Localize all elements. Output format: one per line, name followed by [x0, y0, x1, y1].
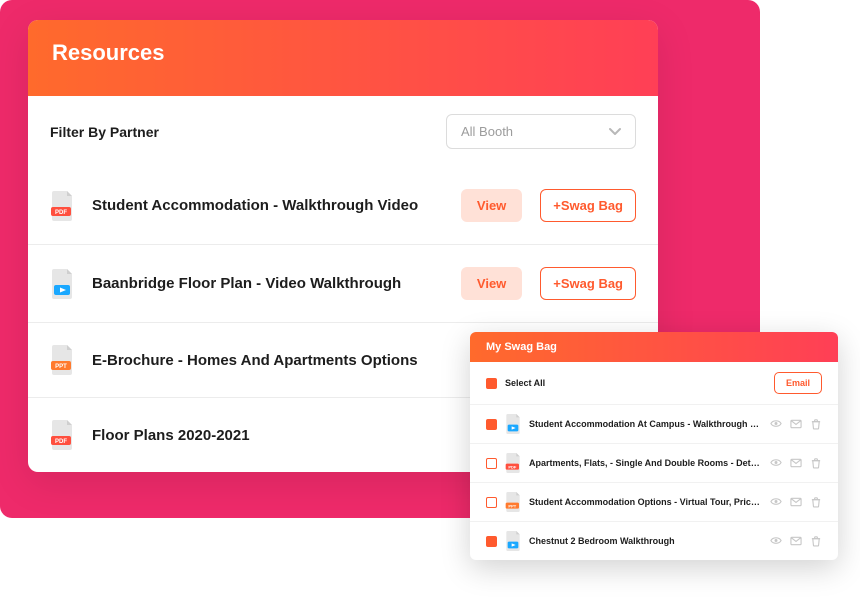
swag-item-actions — [770, 535, 822, 547]
view-button[interactable]: View — [461, 267, 522, 300]
email-icon[interactable] — [790, 535, 802, 547]
swag-item-checkbox[interactable] — [486, 458, 497, 469]
view-button[interactable]: View — [461, 189, 522, 222]
swag-toolbar: Select All Email — [470, 362, 838, 404]
email-icon[interactable] — [790, 418, 802, 430]
email-icon[interactable] — [790, 496, 802, 508]
ppt-file-icon — [505, 492, 521, 512]
swag-item-actions — [770, 496, 822, 508]
swag-item-checkbox[interactable] — [486, 536, 497, 547]
video-file-icon — [505, 531, 521, 551]
select-all-label: Select All — [505, 378, 545, 388]
pdf-file-icon — [505, 453, 521, 473]
resource-title: Student Accommodation - Walkthrough Vide… — [92, 197, 443, 214]
video-file-icon — [505, 414, 521, 434]
swag-item-checkbox[interactable] — [486, 497, 497, 508]
partner-select-value: All Booth — [461, 124, 513, 139]
add-swag-bag-button[interactable]: +Swag Bag — [540, 267, 636, 300]
chevron-down-icon — [609, 126, 621, 138]
view-icon[interactable] — [770, 418, 782, 430]
swag-item-actions — [770, 418, 822, 430]
swag-item-title: Chestnut 2 Bedroom Walkthrough — [529, 536, 762, 546]
filter-row: Filter By Partner All Booth — [28, 96, 658, 167]
resources-title: Resources — [28, 20, 658, 96]
email-icon[interactable] — [790, 457, 802, 469]
view-icon[interactable] — [770, 496, 782, 508]
swag-item: Chestnut 2 Bedroom Walkthrough — [470, 521, 838, 560]
delete-icon[interactable] — [810, 535, 822, 547]
swag-list: Student Accommodation At Campus - Walkth… — [470, 404, 838, 560]
filter-label: Filter By Partner — [50, 124, 159, 140]
resource-item: Baanbridge Floor Plan - Video Walkthroug… — [28, 245, 658, 323]
swag-item-checkbox[interactable] — [486, 419, 497, 430]
select-all-wrap: Select All — [486, 378, 545, 389]
pdf-file-icon — [50, 420, 74, 450]
swag-item: Apartments, Flats, - Single And Double R… — [470, 443, 838, 482]
view-icon[interactable] — [770, 457, 782, 469]
swag-item-title: Student Accommodation At Campus - Walkth… — [529, 419, 762, 429]
swag-bag-panel: My Swag Bag Select All Email Student Acc… — [470, 332, 838, 560]
email-button[interactable]: Email — [774, 372, 822, 394]
swag-item: Student Accommodation At Campus - Walkth… — [470, 404, 838, 443]
pdf-file-icon — [50, 191, 74, 221]
delete-icon[interactable] — [810, 418, 822, 430]
swag-item-title: Student Accommodation Options - Virtual … — [529, 497, 762, 507]
select-all-checkbox[interactable] — [486, 378, 497, 389]
delete-icon[interactable] — [810, 457, 822, 469]
swag-item: Student Accommodation Options - Virtual … — [470, 482, 838, 521]
ppt-file-icon — [50, 345, 74, 375]
resource-item: Student Accommodation - Walkthrough Vide… — [28, 167, 658, 245]
swag-item-title: Apartments, Flats, - Single And Double R… — [529, 458, 762, 468]
delete-icon[interactable] — [810, 496, 822, 508]
swag-item-actions — [770, 457, 822, 469]
resource-title: Baanbridge Floor Plan - Video Walkthroug… — [92, 275, 443, 292]
view-icon[interactable] — [770, 535, 782, 547]
video-file-icon — [50, 269, 74, 299]
partner-select[interactable]: All Booth — [446, 114, 636, 149]
add-swag-bag-button[interactable]: +Swag Bag — [540, 189, 636, 222]
swag-title: My Swag Bag — [470, 332, 838, 362]
